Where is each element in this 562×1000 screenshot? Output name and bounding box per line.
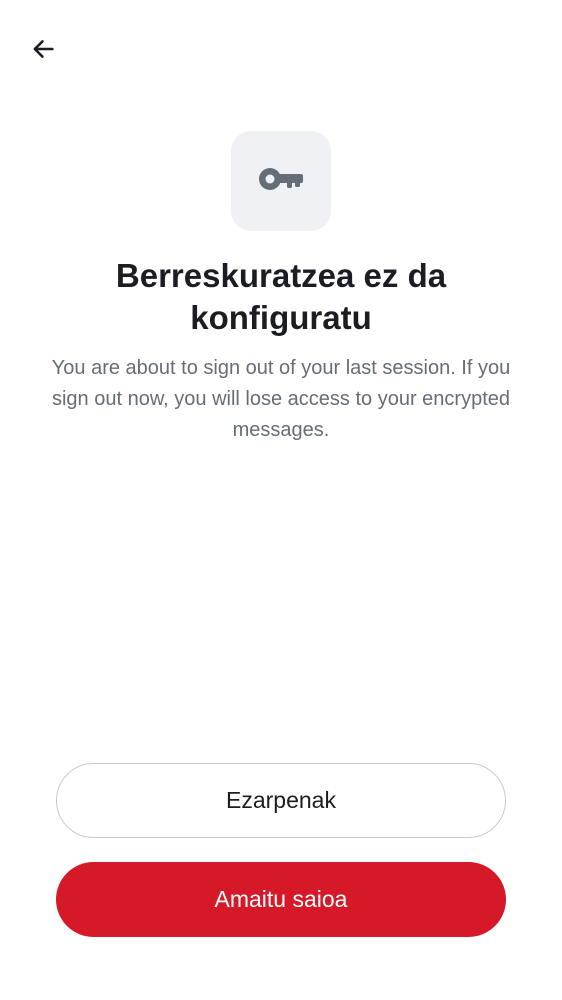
- key-icon-tile: [231, 131, 331, 231]
- description-text: You are about to sign out of your last s…: [51, 357, 511, 441]
- settings-button[interactable]: Ezarpenak: [56, 763, 506, 838]
- sign-out-button-label: Amaitu saioa: [214, 886, 348, 912]
- arrow-left-icon: [29, 35, 57, 68]
- back-button[interactable]: [20, 28, 66, 74]
- sign-out-button[interactable]: Amaitu saioa: [56, 862, 506, 937]
- settings-button-label: Ezarpenak: [226, 787, 336, 813]
- key-icon: [257, 155, 305, 208]
- page-title: Berreskuratzea ez da konfiguratu: [115, 257, 447, 336]
